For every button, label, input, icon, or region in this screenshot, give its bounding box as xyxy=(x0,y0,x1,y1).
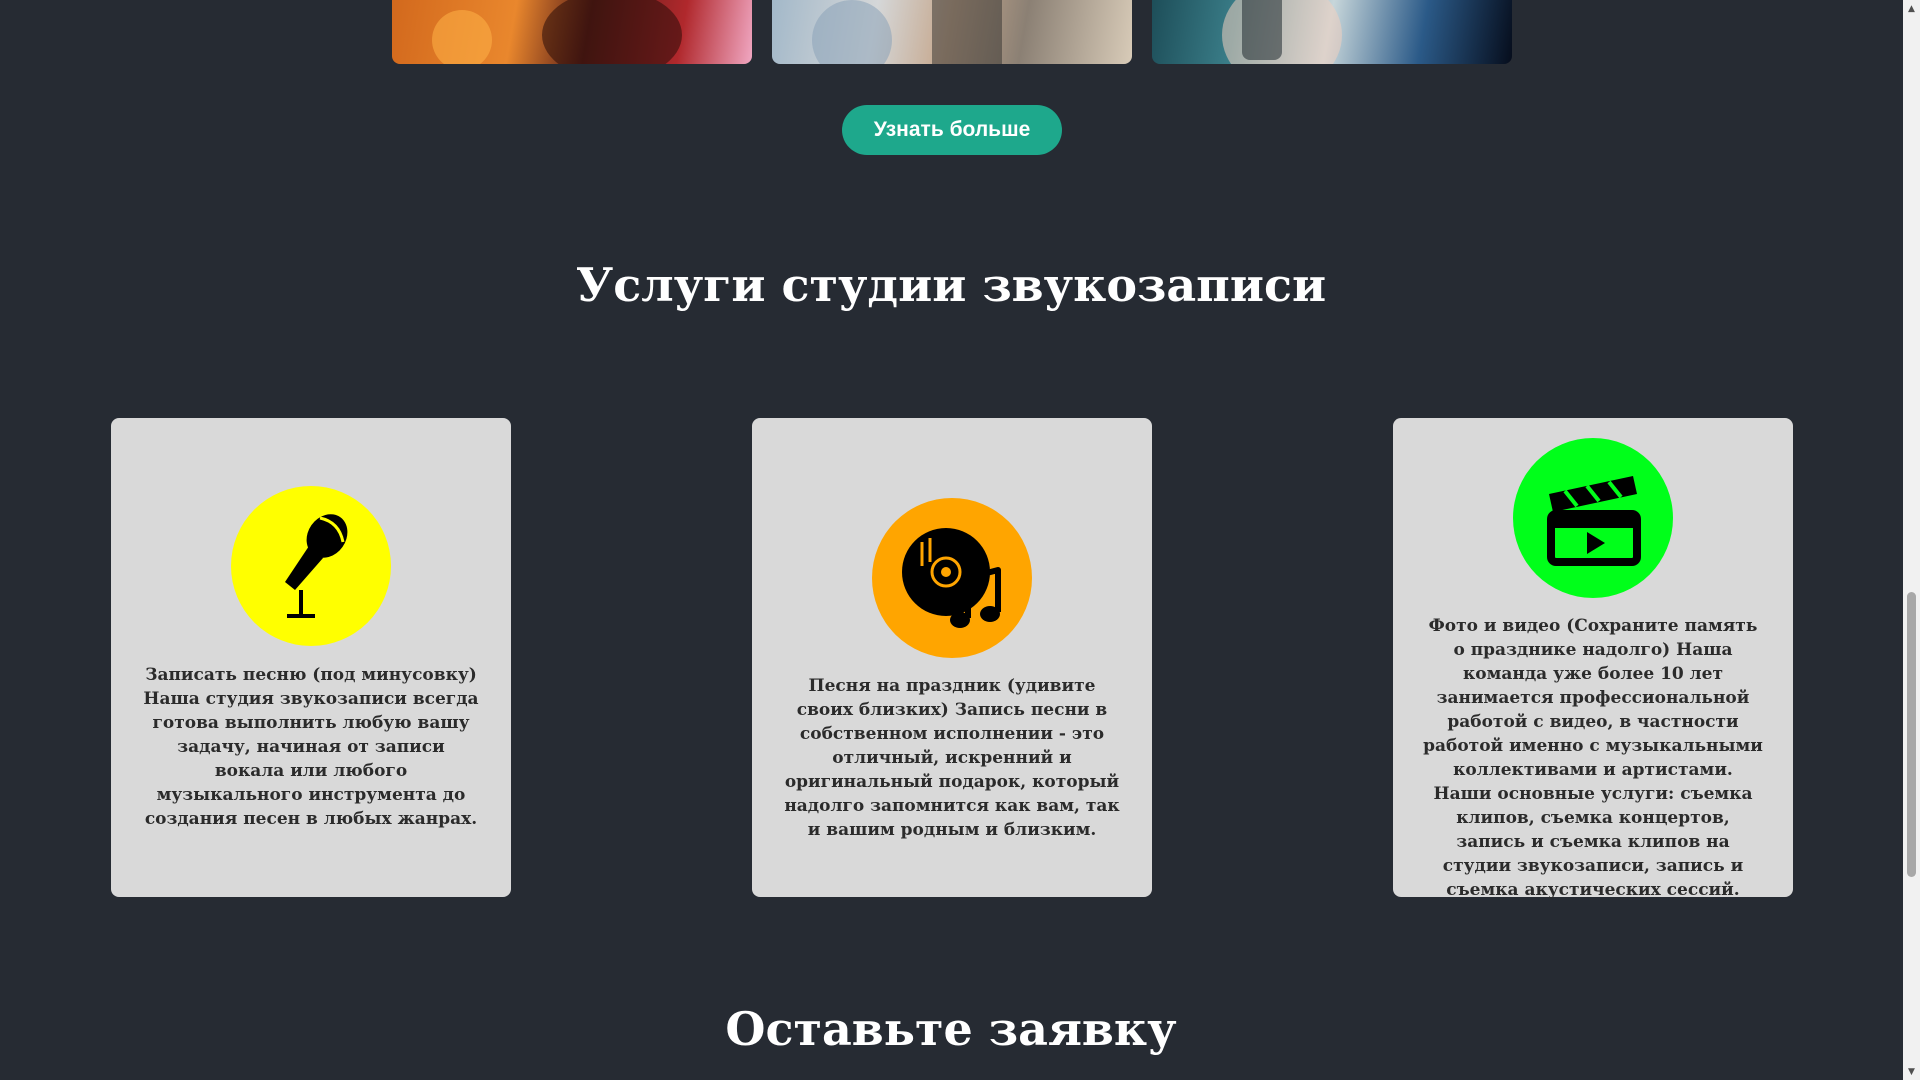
music-disc-icon xyxy=(872,498,1032,658)
scroll-down-arrow-icon[interactable]: ▼ xyxy=(1903,1063,1920,1080)
request-title: Оставьте заявку xyxy=(725,1002,1177,1056)
service-card-holiday-song: Песня на праздник (удивите своих близких… xyxy=(752,418,1152,897)
gallery-photo-vocal-studio[interactable] xyxy=(772,0,1132,64)
video-clapperboard-icon xyxy=(1513,438,1673,598)
service-card-photo-video: Фото и видео (Сохраните память о праздни… xyxy=(1393,418,1793,900)
scroll-thumb[interactable] xyxy=(1907,592,1916,877)
service-card-song-recording: Записать песню (под минусовку) Наша студ… xyxy=(111,418,511,897)
services-title: Услуги студии звукозаписи xyxy=(575,258,1327,312)
page-scrollbar[interactable]: ▲ ▼ xyxy=(1903,0,1920,1080)
scroll-up-arrow-icon[interactable]: ▲ xyxy=(1903,0,1920,17)
service-card-text: Записать песню (под минусовку) Наша студ… xyxy=(143,665,479,829)
service-card-text: Песня на праздник (удивите своих близких… xyxy=(784,676,1120,840)
page: Узнать больше Услуги студии звукозаписи … xyxy=(0,0,1920,1080)
gallery-photo-singer[interactable] xyxy=(1152,0,1512,64)
microphone-icon xyxy=(231,486,391,646)
learn-more-button[interactable]: Узнать больше xyxy=(842,105,1062,155)
gallery-photo-drums[interactable] xyxy=(392,0,752,64)
service-card-text: Фото и видео (Сохраните память о праздни… xyxy=(1423,616,1763,900)
